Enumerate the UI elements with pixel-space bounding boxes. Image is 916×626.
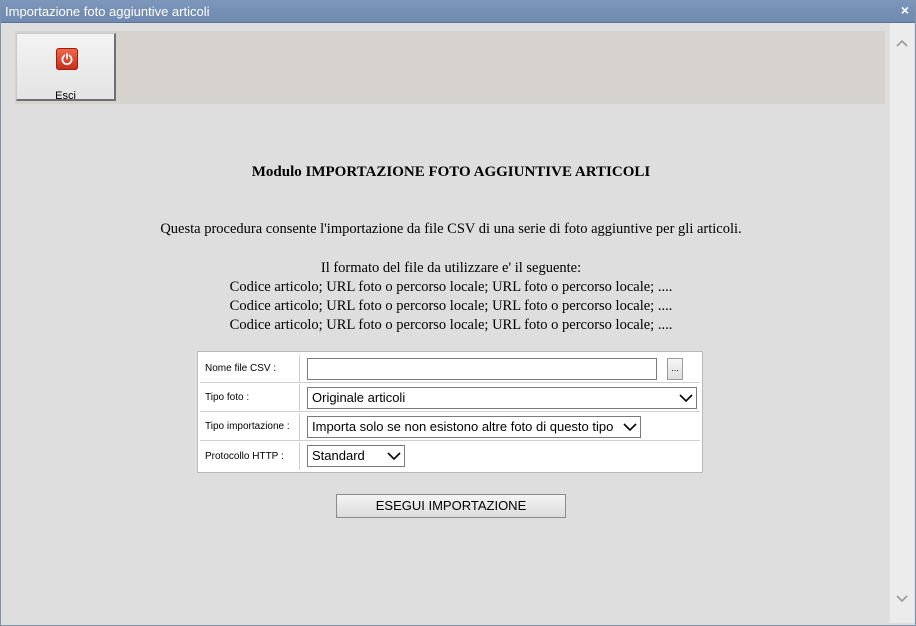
import-type-select[interactable]: Importa solo se non esistono altre foto … (307, 416, 641, 438)
form-row-protocol: Protocollo HTTP : Standard (200, 442, 700, 470)
chevron-down-icon (623, 423, 637, 432)
format-intro: Il formato del file da utilizzare e' il … (320, 260, 582, 276)
main-content: Esci Modulo IMPORTAZIONE FOTO AGGIUNTIVE… (3, 23, 891, 624)
run-import-button[interactable]: ESEGUI IMPORTAZIONE (336, 494, 566, 518)
photo-type-label: Tipo foto : (200, 384, 300, 411)
file-label: Nome file CSV : (200, 355, 300, 382)
scroll-down-icon[interactable] (890, 589, 914, 609)
browse-button[interactable]: ... (667, 358, 683, 380)
chevron-down-icon (387, 452, 401, 461)
form-row-file: Nome file CSV : ... (200, 355, 700, 383)
toolbar: Esci (15, 31, 885, 104)
format-line: Codice articolo; URL foto o percorso loc… (229, 298, 673, 314)
app-window: Importazione foto aggiuntive articoli × … (0, 0, 916, 626)
format-line: Codice articolo; URL foto o percorso loc… (229, 279, 673, 295)
exit-button[interactable]: Esci (16, 33, 116, 102)
vertical-scrollbar[interactable] (889, 23, 914, 623)
protocol-label: Protocollo HTTP : (200, 442, 300, 470)
procedure-description: Questa procedura consente l'importazione… (160, 221, 742, 237)
csv-file-input[interactable] (307, 358, 657, 380)
window-title: Importazione foto aggiuntive articoli (5, 4, 210, 19)
form-row-import-type: Tipo importazione : Importa solo se non … (200, 413, 700, 441)
import-form: Nome file CSV : ... Tipo foto : Original… (197, 351, 703, 473)
import-type-label: Tipo importazione : (200, 413, 300, 440)
photo-type-select[interactable]: Originale articoli (307, 387, 697, 409)
chevron-down-icon (679, 394, 693, 403)
import-type-value: Importa solo se non esistono altre foto … (312, 419, 614, 434)
exit-label: Esci (55, 90, 76, 102)
protocol-value: Standard (312, 448, 365, 463)
format-line: Codice articolo; URL foto o percorso loc… (229, 317, 673, 333)
photo-type-value: Originale articoli (312, 390, 406, 405)
close-button[interactable]: × (901, 2, 909, 18)
protocol-select[interactable]: Standard (307, 445, 405, 467)
page-title: Modulo IMPORTAZIONE FOTO AGGIUNTIVE ARTI… (251, 164, 651, 180)
scroll-up-icon[interactable] (890, 33, 914, 53)
title-bar: Importazione foto aggiuntive articoli × (1, 0, 915, 23)
power-icon (56, 48, 78, 70)
form-row-photo-type: Tipo foto : Originale articoli (200, 384, 700, 412)
